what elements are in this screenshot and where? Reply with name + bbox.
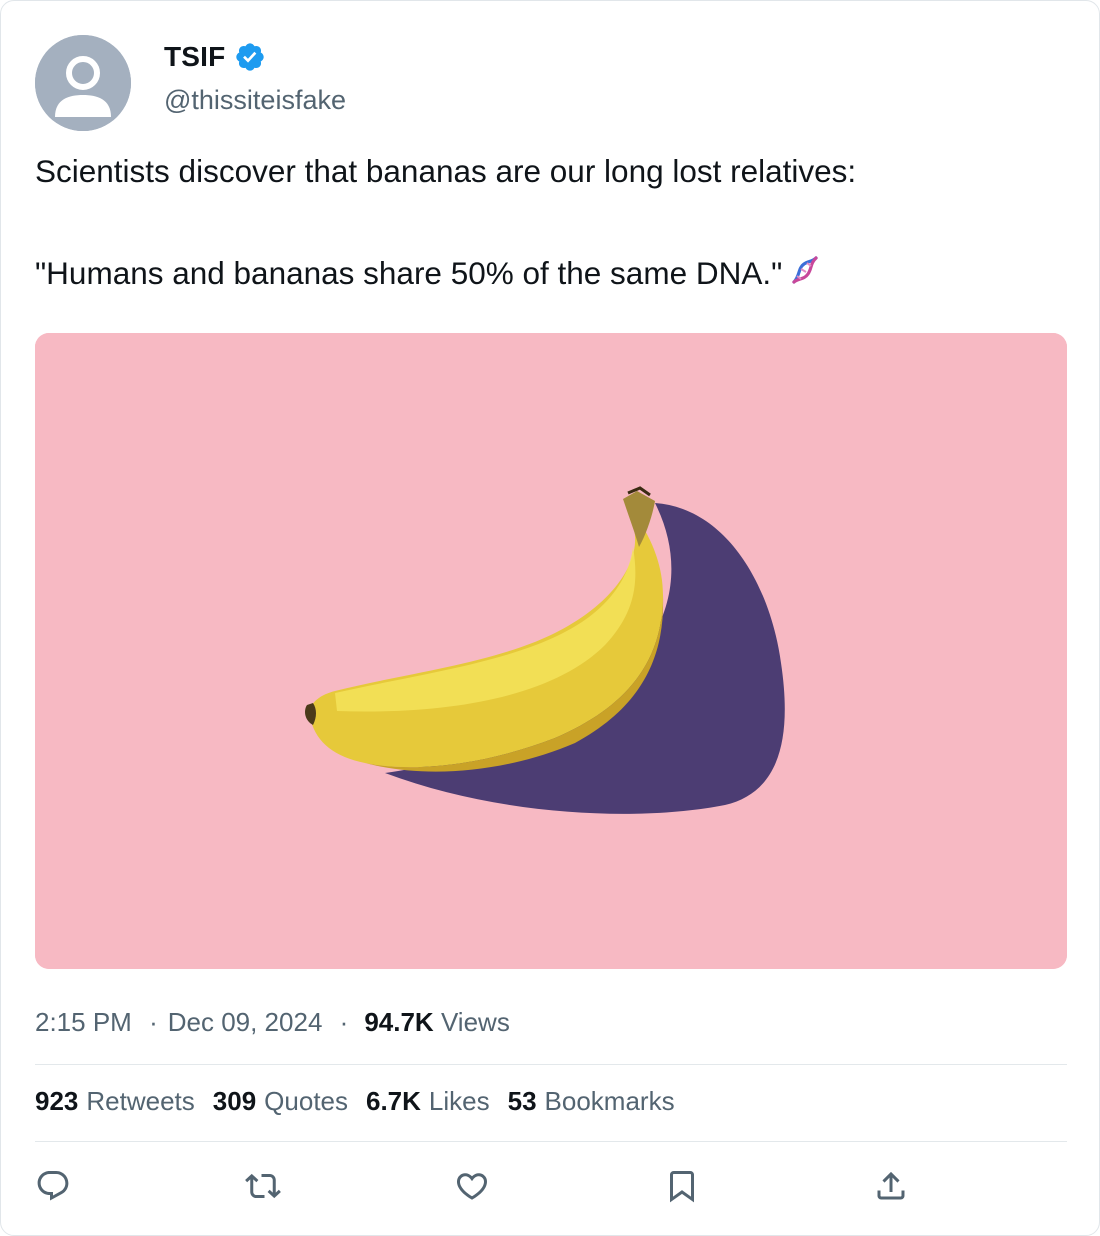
retweets-count: 923 [35,1086,79,1116]
banana-photo[interactable] [35,333,1067,969]
tweet-text: Scientists discover that bananas are our… [35,151,1065,293]
tweet-line-2: "Humans and bananas share 50% of the sam… [35,253,1065,293]
share-button[interactable] [873,1168,909,1204]
retweets-label: Retweets [86,1086,195,1116]
tweet-card: TSIF @thissiteisfake Scientists discover… [0,0,1100,1236]
tweet-quote: "Humans and bananas share 50% of the sam… [35,255,783,291]
verified-badge-icon [236,43,265,71]
quotes-count: 309 [212,1086,257,1116]
share-icon [877,1171,905,1200]
likes-count: 6.7K [366,1086,421,1116]
meta-separator: · [149,1007,158,1037]
bookmark-button[interactable] [664,1168,700,1204]
like-button[interactable] [454,1168,490,1204]
divider [35,1064,1067,1065]
display-name[interactable]: TSIF [164,41,225,73]
tweet-date[interactable]: Dec 09, 2024 [168,1007,323,1037]
default-avatar-icon[interactable] [35,35,131,131]
author-handle[interactable]: @thissiteisfake [164,85,346,116]
bookmark-icon [670,1171,694,1203]
reply-icon [37,1171,69,1201]
bookmarks-stat[interactable]: 53 Bookmarks [508,1086,675,1117]
likes-stat[interactable]: 6.7K Likes [366,1086,490,1117]
views-label: Views [440,1007,510,1037]
bookmarks-label: Bookmarks [544,1086,675,1116]
tweet-line-1: Scientists discover that bananas are our… [35,153,857,189]
bookmarks-count: 53 [507,1086,537,1116]
likes-label: Likes [428,1086,490,1116]
quotes-label: Quotes [264,1086,348,1116]
views-count: 94.7K [364,1007,434,1037]
reply-button[interactable] [35,1168,71,1204]
tweet-meta: 2:15 PM · Dec 09, 2024 · 94.7K Views [35,1007,510,1038]
divider [35,1141,1067,1142]
engagement-stats: 923 Retweets 309 Quotes 6.7K Likes 53 Bookma… [35,1086,693,1117]
dna-icon [792,256,818,284]
retweet-button[interactable] [245,1168,281,1204]
retweet-icon [245,1173,281,1199]
meta-separator: · [339,1007,349,1037]
heart-icon [456,1173,488,1200]
tweet-time[interactable]: 2:15 PM [35,1007,132,1037]
author-name-row[interactable]: TSIF [164,39,266,75]
quotes-stat[interactable]: 309 Quotes [213,1086,348,1117]
retweets-stat[interactable]: 923 Retweets [35,1086,195,1117]
